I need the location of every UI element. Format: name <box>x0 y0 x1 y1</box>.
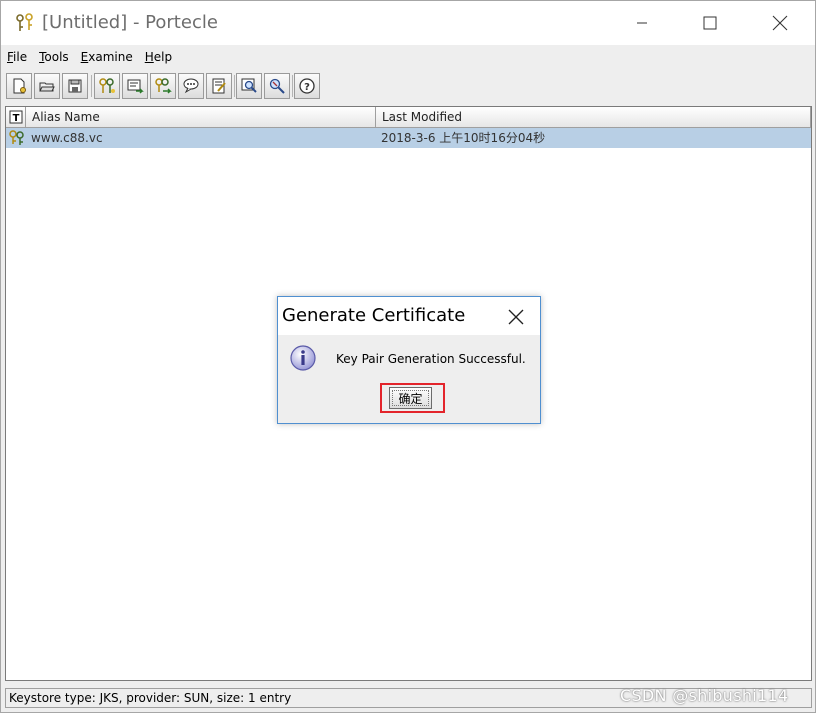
portecle-window: [Untitled] - Portecle File Tools Examine… <box>0 0 816 713</box>
menu-bar: File Tools Examine Help <box>1 45 815 69</box>
open-keystore-icon <box>39 82 55 92</box>
set-password-icon <box>183 78 199 94</box>
examine-certificate-button[interactable] <box>236 73 262 99</box>
minimize-button[interactable] <box>619 1 665 45</box>
window-title: [Untitled] - Portecle <box>42 12 218 33</box>
dialog-title: Generate Certificate <box>282 305 466 326</box>
new-keystore-button[interactable] <box>6 73 32 99</box>
column-header-last-modified[interactable]: Last Modified <box>376 107 811 128</box>
title-bar: [Untitled] - Portecle <box>1 1 815 45</box>
import-key-pair-button[interactable] <box>150 73 176 99</box>
new-keystore-icon <box>13 78 26 94</box>
maximize-button[interactable] <box>687 1 733 45</box>
generate-key-pair-button[interactable] <box>94 73 120 99</box>
examine-certificate-icon <box>241 78 257 93</box>
save-keystore-icon <box>68 79 82 93</box>
import-trusted-cert-button[interactable] <box>122 73 148 99</box>
alias-cell: www.c88.vc <box>31 131 103 145</box>
menu-help[interactable]: Help <box>145 50 172 64</box>
keystore-report-icon <box>212 78 226 94</box>
dialog-title-bar: Generate Certificate <box>278 297 540 335</box>
toolbar-separator <box>91 75 92 97</box>
toolbar-separator <box>292 75 293 97</box>
examine-crl-icon <box>269 78 285 94</box>
import-key-pair-icon <box>155 78 172 94</box>
keystore-report-button[interactable] <box>206 73 232 99</box>
help-button[interactable]: ? <box>294 73 320 99</box>
maximize-icon <box>703 16 717 30</box>
minimize-icon <box>637 22 647 24</box>
examine-crl-button[interactable] <box>264 73 290 99</box>
table-header: T Alias Name Last Modified <box>6 107 811 128</box>
toolbar-separator <box>234 75 235 97</box>
generate-certificate-dialog: Generate Certificate Key Pair Generation… <box>277 296 541 424</box>
close-icon <box>772 15 788 31</box>
column-header-type[interactable]: T <box>6 107 26 128</box>
last-modified-cell: 2018-3-6 上午10时16分04秒 <box>381 131 546 145</box>
import-trusted-cert-icon <box>127 79 144 94</box>
set-password-button[interactable] <box>178 73 204 99</box>
menu-tools[interactable]: Tools <box>39 50 69 64</box>
info-icon <box>289 344 317 372</box>
toolbar: ? <box>1 69 815 103</box>
table-row[interactable]: www.c88.vc 2018-3-6 上午10时16分04秒 <box>6 128 811 148</box>
menu-file[interactable]: File <box>7 50 27 64</box>
open-keystore-button[interactable] <box>34 73 60 99</box>
dialog-close-button[interactable] <box>500 301 532 333</box>
close-icon <box>508 309 524 325</box>
key-pair-entry-icon <box>8 128 26 148</box>
svg-text:?: ? <box>304 82 310 93</box>
column-header-alias[interactable]: Alias Name <box>26 107 376 128</box>
type-column-letter: T <box>13 113 20 124</box>
help-icon: ? <box>299 78 315 94</box>
save-keystore-button[interactable] <box>62 73 88 99</box>
close-button[interactable] <box>757 1 803 45</box>
dialog-message: Key Pair Generation Successful. <box>336 352 526 366</box>
generate-key-pair-icon <box>99 78 115 93</box>
watermark: CSDN @shibushi114 <box>620 686 789 705</box>
menu-examine[interactable]: Examine <box>81 50 133 64</box>
ok-button[interactable]: 确定 <box>389 387 432 409</box>
portecle-app-icon <box>15 12 35 34</box>
type-column-icon: T <box>9 110 23 124</box>
